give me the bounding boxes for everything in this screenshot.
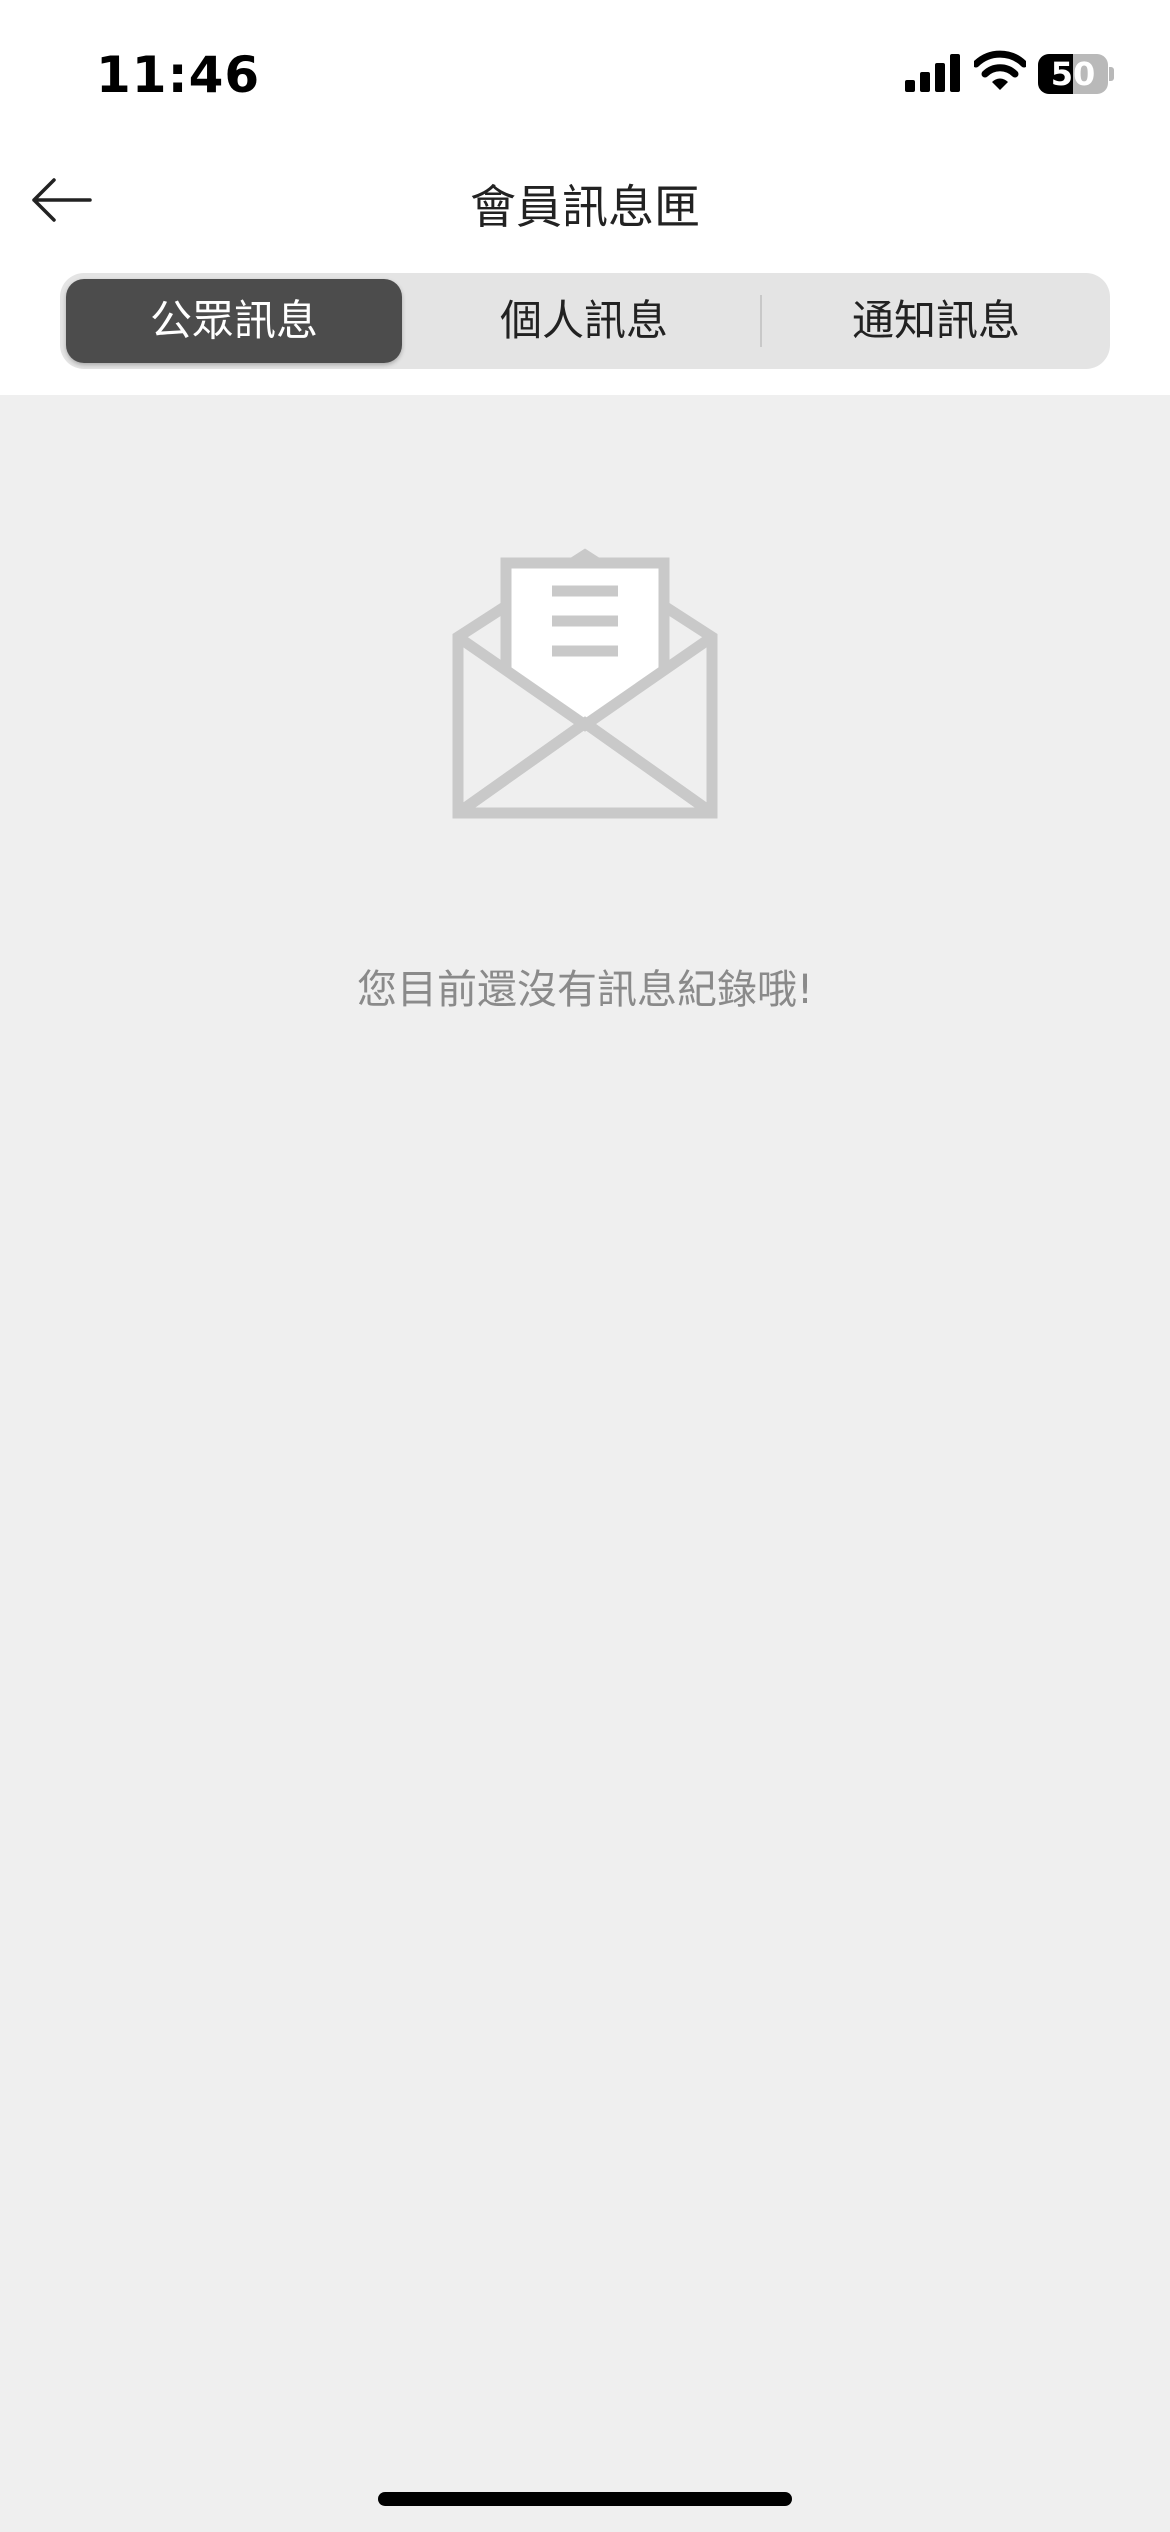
battery-indicator: 50: [1038, 54, 1114, 94]
envelope-open-icon: [452, 548, 718, 819]
header: 11:46 50 會員訊息匣 公眾訊息 個人訊息 通知訊息: [0, 0, 1170, 395]
tab-personal-messages[interactable]: 個人訊息: [414, 279, 754, 363]
tab-divider: [760, 295, 762, 347]
status-time: 11:46: [96, 46, 261, 104]
wifi-icon: [974, 50, 1026, 90]
tab-notification-messages[interactable]: 通知訊息: [768, 279, 1104, 363]
signal-icon: [905, 54, 960, 92]
tab-public-messages[interactable]: 公眾訊息: [66, 279, 402, 363]
empty-state-message: 您目前還沒有訊息紀錄哦!: [356, 967, 814, 1013]
battery-cap: [1109, 67, 1114, 81]
home-indicator[interactable]: [378, 2492, 792, 2506]
page-title: 會員訊息匣: [470, 180, 700, 234]
message-tabs: 公眾訊息 個人訊息 通知訊息: [60, 273, 1110, 369]
battery-body: 50: [1038, 54, 1108, 94]
battery-level: 50: [1050, 55, 1096, 93]
